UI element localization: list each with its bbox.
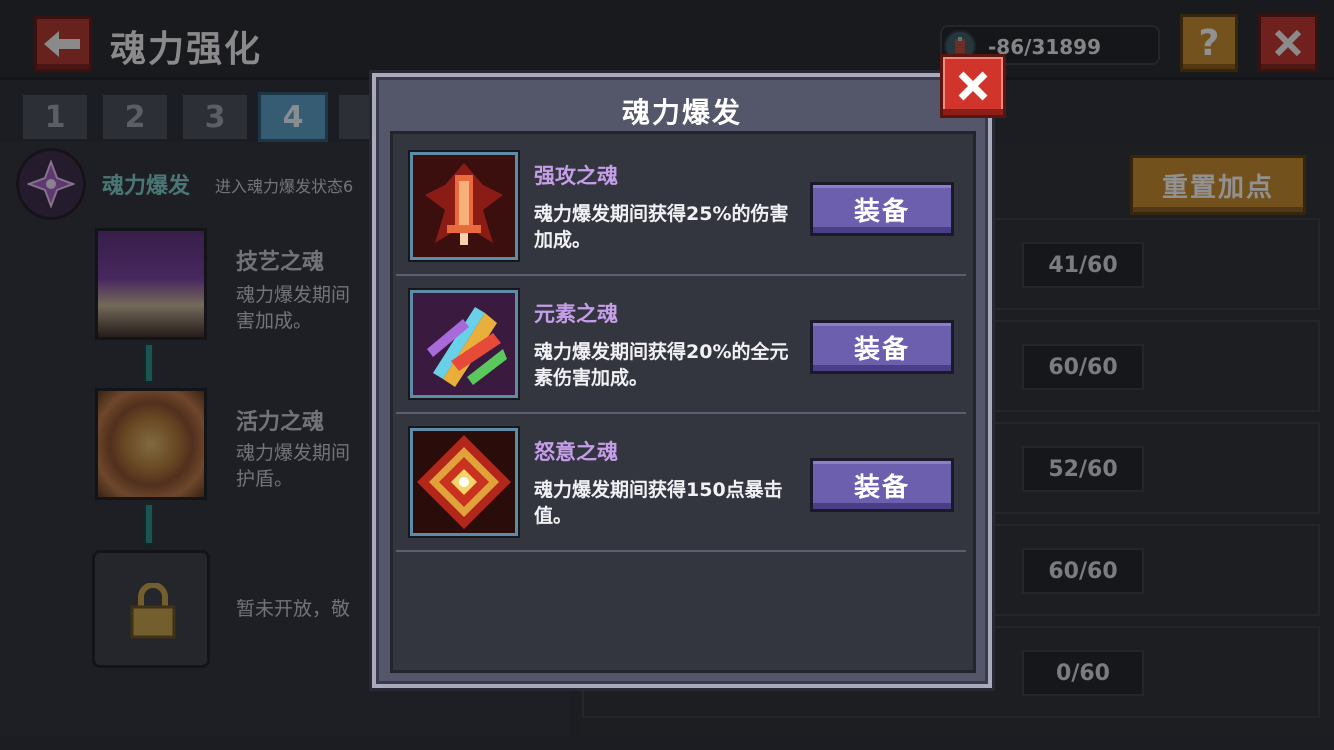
element-soul-icon bbox=[410, 290, 518, 398]
modal-close-button[interactable] bbox=[940, 54, 1006, 118]
soul-desc: 魂力爆发期间获得150点暴击值。 bbox=[534, 479, 783, 527]
close-icon bbox=[958, 71, 988, 101]
strike-soul-icon bbox=[410, 152, 518, 260]
soul-name: 元素之魂 bbox=[534, 302, 618, 326]
soul-name: 强攻之魂 bbox=[534, 164, 618, 188]
soul-option: 怒意之魂 魂力爆发期间获得150点暴击值。 装备 bbox=[396, 414, 966, 552]
soul-name: 怒意之魂 bbox=[534, 440, 618, 464]
modal-title: 魂力爆发 bbox=[621, 96, 742, 129]
soul-desc: 魂力爆发期间获得20%的全元素伤害加成。 bbox=[534, 341, 789, 389]
equip-button[interactable]: 装备 bbox=[810, 320, 954, 374]
equip-button[interactable]: 装备 bbox=[810, 458, 954, 512]
rage-soul-icon bbox=[410, 428, 518, 536]
soul-option: 强攻之魂 魂力爆发期间获得25%的伤害加成。 装备 bbox=[396, 138, 966, 276]
soul-desc: 魂力爆发期间获得25%的伤害加成。 bbox=[534, 203, 789, 251]
soul-option: 元素之魂 魂力爆发期间获得20%的全元素伤害加成。 装备 bbox=[396, 276, 966, 414]
equip-button[interactable]: 装备 bbox=[810, 182, 954, 236]
